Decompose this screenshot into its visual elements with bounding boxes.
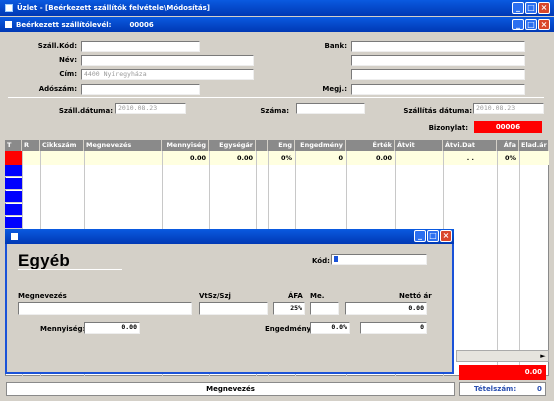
- col-mennyiseg[interactable]: Mennyiség: [162, 140, 209, 151]
- tetelszam-label: Tételszám:: [474, 385, 517, 393]
- horizontal-scrollbar[interactable]: [456, 350, 549, 362]
- szallitas-datuma-field[interactable]: 2010.08.23: [473, 103, 544, 114]
- cell-atvi-dat[interactable]: . .: [443, 151, 477, 165]
- dialog-me-label: Me.: [310, 292, 325, 300]
- grid-line: [497, 151, 498, 376]
- grid-line: [519, 151, 520, 376]
- dialog-close-button[interactable]: ×: [440, 230, 452, 242]
- cell-egysegar[interactable]: 0.00: [209, 151, 256, 165]
- inner-close-button[interactable]: ×: [538, 19, 550, 30]
- dialog-netto-field[interactable]: 0.00: [345, 302, 427, 315]
- app-icon: [5, 4, 13, 12]
- szama-label: Száma:: [260, 107, 289, 115]
- cell-engedmeny[interactable]: 0: [295, 151, 346, 165]
- window-icon: [5, 21, 12, 28]
- scroll-right-arrow[interactable]: ►: [538, 351, 548, 361]
- close-button[interactable]: ×: [538, 2, 550, 14]
- col-cikkszam[interactable]: Cikkszám: [40, 140, 84, 151]
- dialog-engedmeny-pct-field[interactable]: 0.0%: [310, 322, 350, 334]
- row-marker[interactable]: [5, 204, 22, 216]
- szall-kod-label: Száll.Kód:: [37, 42, 77, 50]
- bank-label: Bank:: [324, 42, 348, 50]
- dialog-minimize-button[interactable]: _: [414, 230, 426, 242]
- minimize-button[interactable]: _: [512, 2, 524, 14]
- dialog-afa-field[interactable]: 25%: [273, 302, 305, 315]
- dialog-netto-label: Nettó ár: [399, 292, 432, 300]
- cell-eng[interactable]: 0%: [268, 151, 295, 165]
- dialog-vtsz-field[interactable]: [199, 302, 268, 315]
- col-megnevezes[interactable]: Megnevezés: [84, 140, 162, 151]
- inner-title: Beérkezett szállítólevél:: [16, 20, 112, 29]
- dialog-titlebar[interactable]: _ □ ×: [5, 229, 454, 244]
- bank-field-3[interactable]: [351, 69, 525, 80]
- dialog-heading-underline: [18, 269, 122, 270]
- row-marker[interactable]: [5, 178, 22, 190]
- bizonylat-label: Bizonylat:: [428, 124, 468, 132]
- dialog-me-field[interactable]: [310, 302, 339, 315]
- inner-titlebar[interactable]: Beérkezett szállítólevél: 00006 _ □ ×: [0, 17, 554, 32]
- cell-ertek[interactable]: 0.00: [346, 151, 395, 165]
- szall-kod-field[interactable]: [81, 41, 200, 52]
- header-divider: [8, 97, 544, 98]
- row-marker-active[interactable]: [5, 151, 22, 165]
- inner-minimize-button[interactable]: _: [512, 19, 524, 30]
- cell-mennyiseg[interactable]: 0.00: [162, 151, 209, 165]
- dialog-heading: Egyéb: [18, 251, 71, 270]
- total-value: 0.00: [459, 365, 546, 380]
- dialog-mennyiseg-field[interactable]: 0.00: [84, 322, 140, 334]
- col-t[interactable]: T: [5, 140, 22, 151]
- col-egysegar[interactable]: Egységár: [209, 140, 256, 151]
- szall-datuma-label: Száll.dátuma:: [58, 107, 113, 115]
- dialog-afa-label: ÁFA: [288, 292, 303, 300]
- col-ertek[interactable]: Érték: [346, 140, 395, 151]
- nev-field[interactable]: [81, 55, 254, 66]
- col-atvit[interactable]: Átvit: [395, 140, 443, 151]
- megj-field[interactable]: [351, 84, 525, 95]
- col-engedmeny[interactable]: Engedmény: [295, 140, 346, 151]
- app-titlebar[interactable]: Üzlet - [Beérkezett szállítók felvétele\…: [0, 0, 554, 16]
- dialog-megnevezes-field[interactable]: [18, 302, 192, 315]
- col-r[interactable]: R: [22, 140, 40, 151]
- cim-label: Cím:: [59, 70, 77, 78]
- row-marker[interactable]: [5, 217, 22, 229]
- dialog-engedmeny-label: Engedmény:: [265, 325, 314, 333]
- cim-field[interactable]: 4400 Nyíregyháza: [81, 69, 254, 80]
- row-marker[interactable]: [5, 191, 22, 203]
- col-afa[interactable]: Áfa: [497, 140, 519, 151]
- tetelszam-value: 0: [537, 385, 542, 393]
- bizonylat-value: 00006: [474, 121, 542, 133]
- dialog-kod-label: Kód:: [312, 257, 330, 265]
- app-title: Üzlet - [Beérkezett szállítók felvétele\…: [17, 4, 210, 12]
- dialog-maximize-button[interactable]: □: [427, 230, 439, 242]
- bank-field-2[interactable]: [351, 55, 525, 66]
- bank-field[interactable]: [351, 41, 525, 52]
- footer-megnevezes: Megnevezés: [6, 382, 455, 396]
- maximize-button[interactable]: □: [525, 2, 537, 14]
- col-blank[interactable]: [256, 140, 268, 151]
- row-marker[interactable]: [5, 165, 22, 177]
- adoszam-field[interactable]: [81, 84, 200, 95]
- szall-datuma-field[interactable]: 2010.08.23: [115, 103, 186, 114]
- inner-number: 00006: [129, 20, 154, 29]
- text-cursor-marker: [334, 256, 338, 262]
- inner-maximize-button[interactable]: □: [525, 19, 537, 30]
- megj-label: Megj.:: [322, 85, 347, 93]
- col-elad-ar[interactable]: Elad.ár: [519, 140, 549, 151]
- dialog-megnevezes-label: Megnevezés: [18, 292, 67, 300]
- dialog-mennyiseg-label: Mennyiség:: [40, 325, 86, 333]
- dialog-kod-field[interactable]: [331, 254, 427, 265]
- szama-field[interactable]: [296, 103, 365, 114]
- cell-afa[interactable]: 0%: [497, 151, 519, 165]
- dialog-engedmeny-field[interactable]: 0: [360, 322, 427, 334]
- nev-label: Név:: [59, 56, 77, 64]
- adoszam-label: Adószám:: [38, 85, 77, 93]
- dialog-vtsz-label: VtSz/Szj: [199, 292, 231, 300]
- dialog-icon: [11, 233, 18, 240]
- col-eng[interactable]: Eng: [268, 140, 295, 151]
- col-atvi-dat[interactable]: Átvi.Dat: [443, 140, 497, 151]
- szallitas-datuma-label: Szállítás dátuma:: [403, 107, 472, 115]
